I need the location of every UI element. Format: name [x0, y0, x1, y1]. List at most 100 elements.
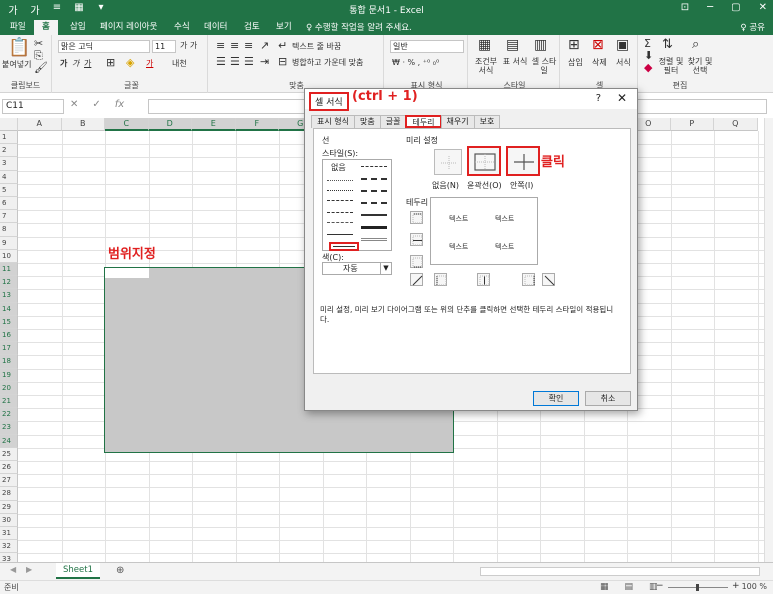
tab-formulas[interactable]: 수식 [172, 20, 192, 35]
dialog-tab-alignment[interactable]: 맞춤 [353, 115, 381, 128]
tab-page-layout[interactable]: 페이지 레이아웃 [98, 20, 159, 35]
row-header[interactable]: 17 [0, 342, 18, 356]
align-center-icon[interactable]: ☰ [230, 55, 240, 68]
cell-style-icon[interactable]: ▥ [534, 37, 547, 53]
merge-icon[interactable]: ⊟ [278, 55, 287, 68]
table-format-icon[interactable]: ▤ [506, 37, 519, 53]
border-right-button[interactable] [522, 273, 535, 286]
column-header[interactable]: F [235, 118, 279, 131]
dialog-tab-border[interactable]: 테두리 [405, 115, 442, 128]
tab-review[interactable]: 검토 [242, 20, 262, 35]
border-diagonal-up-button[interactable] [410, 273, 423, 286]
normal-view-icon[interactable]: ▦ [600, 582, 609, 592]
line-style-dash-dot-dot[interactable] [327, 200, 353, 201]
vertical-scrollbar[interactable] [764, 118, 773, 562]
sort-filter-label[interactable]: 정렬 및 필터 [658, 57, 684, 75]
cancel-button[interactable]: 취소 [585, 391, 631, 406]
column-header[interactable]: C [105, 118, 149, 131]
align-right-icon[interactable]: ☰ [244, 55, 254, 68]
zoom-slider-knob[interactable] [696, 584, 699, 591]
ribbon-display-icon[interactable]: ⊡ [681, 2, 689, 13]
row-header[interactable]: 33 [0, 553, 18, 562]
clear-icon[interactable]: ◆ [644, 61, 652, 74]
sheet-nav-prev-icon[interactable]: ◀ [10, 565, 16, 574]
align-bottom-icon[interactable]: ≡ [244, 39, 253, 52]
line-style-thin[interactable] [327, 234, 353, 235]
row-header[interactable]: 21 [0, 395, 18, 409]
align-left-icon[interactable]: ☰ [216, 55, 226, 68]
line-style-hair[interactable] [327, 180, 353, 181]
enter-entry-icon[interactable]: ✓ [92, 99, 100, 110]
insert-cells-icon[interactable]: ⊞ [568, 37, 580, 53]
column-header[interactable]: E [192, 118, 236, 131]
row-header[interactable]: 24 [0, 434, 18, 448]
row-header[interactable]: 23 [0, 421, 18, 435]
column-header[interactable]: P [670, 118, 714, 131]
find-select-icon[interactable]: ⌕ [692, 37, 699, 52]
tell-me-search[interactable]: ♀ 수행할 작업을 알려 주세요. [306, 21, 412, 33]
column-header[interactable]: D [148, 118, 192, 131]
tab-data[interactable]: 데이터 [202, 20, 229, 35]
row-header[interactable]: 2 [0, 144, 18, 158]
dialog-close-icon[interactable]: ✕ [617, 91, 627, 105]
conditional-format-label[interactable]: 조건부 서식 [472, 57, 500, 75]
page-layout-view-icon[interactable]: ▤ [625, 582, 634, 592]
row-header[interactable]: 26 [0, 461, 18, 475]
paste-label[interactable]: 붙여넣기 [2, 59, 31, 70]
line-style-none[interactable]: 없음 [331, 162, 346, 173]
border-bottom-button[interactable] [410, 255, 423, 268]
tab-file[interactable]: 파일 [8, 20, 28, 35]
line-style-medium[interactable] [361, 214, 387, 216]
row-header[interactable]: 25 [0, 447, 18, 461]
row-header[interactable]: 12 [0, 276, 18, 290]
horizontal-scrollbar[interactable] [480, 567, 760, 576]
preset-none-button[interactable] [434, 149, 462, 175]
border-middle-button[interactable] [410, 233, 423, 246]
preset-outline-button[interactable] [467, 146, 501, 176]
merge-center-label[interactable]: 병합하고 가운데 맞춤 [292, 57, 363, 68]
row-header[interactable]: 29 [0, 500, 18, 514]
number-format-select[interactable]: 일반 [390, 40, 464, 53]
cell-style-label[interactable]: 셀 스타일 [530, 57, 558, 75]
sort-filter-icon[interactable]: ⇅ [662, 37, 673, 52]
dialog-tab-font[interactable]: 글꼴 [379, 115, 407, 128]
border-center-button[interactable] [477, 273, 490, 286]
select-all-corner[interactable] [0, 118, 18, 131]
line-style-medium-dash-dot-dot[interactable] [361, 166, 387, 167]
row-header[interactable]: 16 [0, 329, 18, 343]
row-header[interactable]: 4 [0, 170, 18, 184]
ok-button[interactable]: 확인 [533, 391, 579, 406]
active-cell[interactable] [105, 268, 149, 278]
chevron-down-icon[interactable]: ▼ [380, 263, 391, 274]
column-header[interactable]: B [61, 118, 105, 131]
dialog-tab-protection[interactable]: 보호 [473, 115, 501, 128]
grow-shrink-font-icon[interactable]: 가 가 [180, 40, 197, 51]
row-header[interactable]: 6 [0, 197, 18, 211]
row-header[interactable]: 27 [0, 474, 18, 488]
tab-insert[interactable]: 삽입 [68, 20, 88, 35]
dialog-help-icon[interactable]: ? [596, 93, 601, 104]
sheet-tab-sheet1[interactable]: Sheet1 [56, 563, 100, 579]
format-cells-label[interactable]: 서식 [616, 57, 631, 68]
column-header[interactable]: A [18, 118, 62, 131]
line-style-medium-dash-dot[interactable] [361, 190, 387, 192]
share-button[interactable]: ♀ 공유 [740, 21, 765, 33]
close-window-icon[interactable]: ✕ [759, 2, 767, 13]
add-sheet-icon[interactable]: ⊕ [116, 565, 124, 576]
bold-icon[interactable]: 가 [60, 58, 67, 69]
dialog-tab-number[interactable]: 표시 형식 [311, 115, 355, 128]
table-format-label[interactable]: 표 서식 [502, 57, 528, 66]
column-header[interactable]: Q [714, 118, 758, 131]
row-header[interactable]: 30 [0, 513, 18, 527]
dialog-tab-fill[interactable]: 채우기 [440, 115, 475, 128]
align-top-icon[interactable]: ≡ [216, 39, 225, 52]
number-buttons-icon[interactable]: ₩ · % , ⁺⁰ ₀⁰ [392, 58, 439, 67]
line-style-dashed[interactable] [327, 222, 353, 223]
delete-cells-label[interactable]: 삭제 [592, 57, 607, 68]
font-name-select[interactable]: 맑은 고딕 [58, 40, 150, 53]
row-header[interactable]: 11 [0, 263, 18, 277]
row-header[interactable]: 10 [0, 249, 18, 263]
fill-color-icon[interactable]: ◈ [126, 56, 134, 69]
line-style-selected-highlight[interactable] [329, 242, 359, 251]
zoom-in-icon[interactable]: + [732, 581, 740, 591]
